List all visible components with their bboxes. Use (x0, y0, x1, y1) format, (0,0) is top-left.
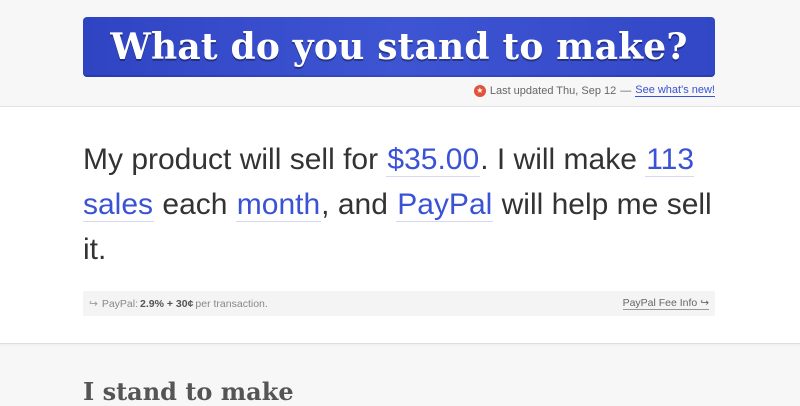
calculator-card: My product will sell for $35.00. I will … (0, 106, 800, 344)
last-updated-line: ★ Last updated Thu, Sep 12 — See what's … (473, 84, 715, 97)
fee-summary: ↪ PayPal: 2.9% + 30¢ per transaction. (89, 298, 268, 310)
fee-rate: 2.9% + 30¢ (140, 297, 194, 310)
fee-suffix: per transaction. (195, 297, 268, 310)
fee-info-bar: ↪ PayPal: 2.9% + 30¢ per transaction. Pa… (83, 291, 715, 316)
result-heading: I stand to make (83, 377, 294, 406)
whats-new-link[interactable]: See what's new! (635, 84, 715, 97)
sentence-text-4: , and (321, 188, 397, 221)
return-arrow-icon: ↪ (89, 297, 98, 310)
sentence-text-3: each (154, 188, 236, 221)
last-updated-text: Last updated Thu, Sep 12 (489, 84, 617, 97)
product-sentence: My product will sell for $35.00. I will … (83, 137, 723, 272)
page-title: What do you stand to make? (110, 26, 688, 68)
fee-info-link[interactable]: PayPal Fee Info ↪ (622, 297, 709, 310)
page-header: What do you stand to make? ★ Last update… (0, 0, 800, 106)
sentence-text-2: . I will make (480, 143, 646, 176)
price-field[interactable]: $35.00 (386, 143, 481, 177)
provider-field[interactable]: PayPal (396, 188, 494, 222)
fee-provider-label: PayPal: (101, 297, 138, 310)
period-field[interactable]: month (235, 188, 322, 222)
separator: — (620, 84, 632, 97)
star-icon: ★ (473, 84, 486, 97)
sentence-text-1: My product will sell for (83, 143, 387, 176)
title-banner: What do you stand to make? (83, 17, 715, 77)
